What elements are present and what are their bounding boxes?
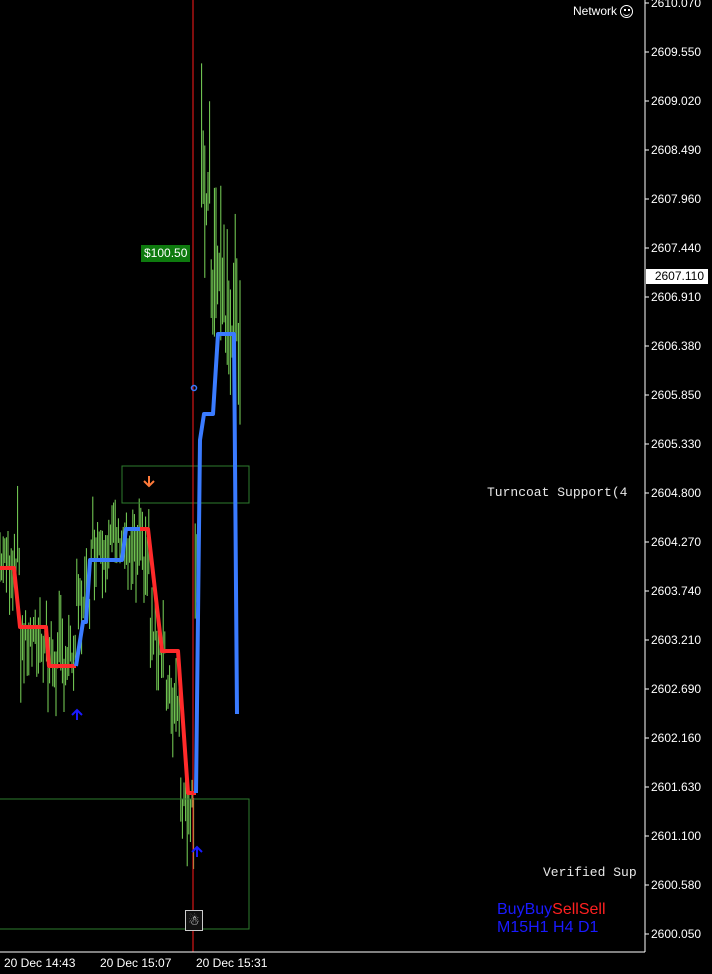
price-label: 2602.690 [651, 682, 702, 696]
support-zone [0, 798, 250, 930]
price-label: 2604.270 [651, 535, 702, 549]
up-trend-line [74, 527, 140, 667]
price-label: 2603.210 [651, 633, 702, 647]
price-label: 2601.100 [651, 829, 702, 843]
price-label: 2600.580 [651, 878, 702, 892]
signal-h4: Sell [552, 901, 579, 918]
signal-direction-row: BuyBuySellSell [497, 901, 606, 919]
resistance-zone [121, 465, 250, 504]
signal-m15: Buy [497, 901, 525, 918]
profit-badge: $100.50 [141, 245, 191, 262]
price-label: 2605.850 [651, 388, 702, 402]
price-label: 2600.050 [651, 927, 702, 941]
timeframe-d1: D1 [577, 919, 599, 936]
network-label: Network [573, 4, 618, 18]
timeframe-h4: H4 [553, 919, 574, 936]
support-zone-label: Verified Sup [543, 865, 637, 880]
arrow-up-icon [71, 708, 83, 720]
signal-d1: Sell [578, 901, 606, 918]
arrow-down-icon [143, 476, 155, 488]
price-axis-ticks [645, 2, 649, 935]
price-label: 2607.440 [651, 241, 702, 255]
time-label: 20 Dec 14:43 [4, 956, 76, 970]
price-label: 2603.740 [651, 584, 702, 598]
up-trend-line-2 [194, 332, 239, 794]
smiley-icon [620, 4, 634, 18]
price-label: 2607.960 [651, 192, 702, 206]
resistance-zone-label: Turncoat Support(4 [487, 485, 628, 500]
price-label: 2610.070 [651, 0, 702, 10]
timeframe-h1: H1 [528, 919, 549, 936]
timeframe-m15: M15 [497, 919, 529, 936]
network-status[interactable]: Network [573, 4, 634, 18]
price-label: 2606.380 [651, 339, 702, 353]
price-label: 2602.160 [651, 731, 702, 745]
entry-point-marker [190, 384, 198, 392]
price-label: 2606.910 [651, 290, 702, 304]
price-label: 2601.630 [651, 780, 702, 794]
signal-timeframe-row: M15H1 H4 D1 [497, 919, 598, 937]
price-label: 2609.020 [651, 94, 702, 108]
current-price-label: 2607.110 [646, 269, 708, 284]
trader-icon[interactable]: ☃ [185, 910, 203, 931]
price-label: 2609.550 [651, 45, 702, 59]
price-label: 2605.330 [651, 437, 702, 451]
price-label: 2608.490 [651, 143, 702, 157]
time-label: 20 Dec 15:31 [196, 956, 268, 970]
time-label: 20 Dec 15:07 [100, 956, 172, 970]
price-label: 2604.800 [651, 486, 702, 500]
signal-h1: Buy [524, 901, 553, 918]
